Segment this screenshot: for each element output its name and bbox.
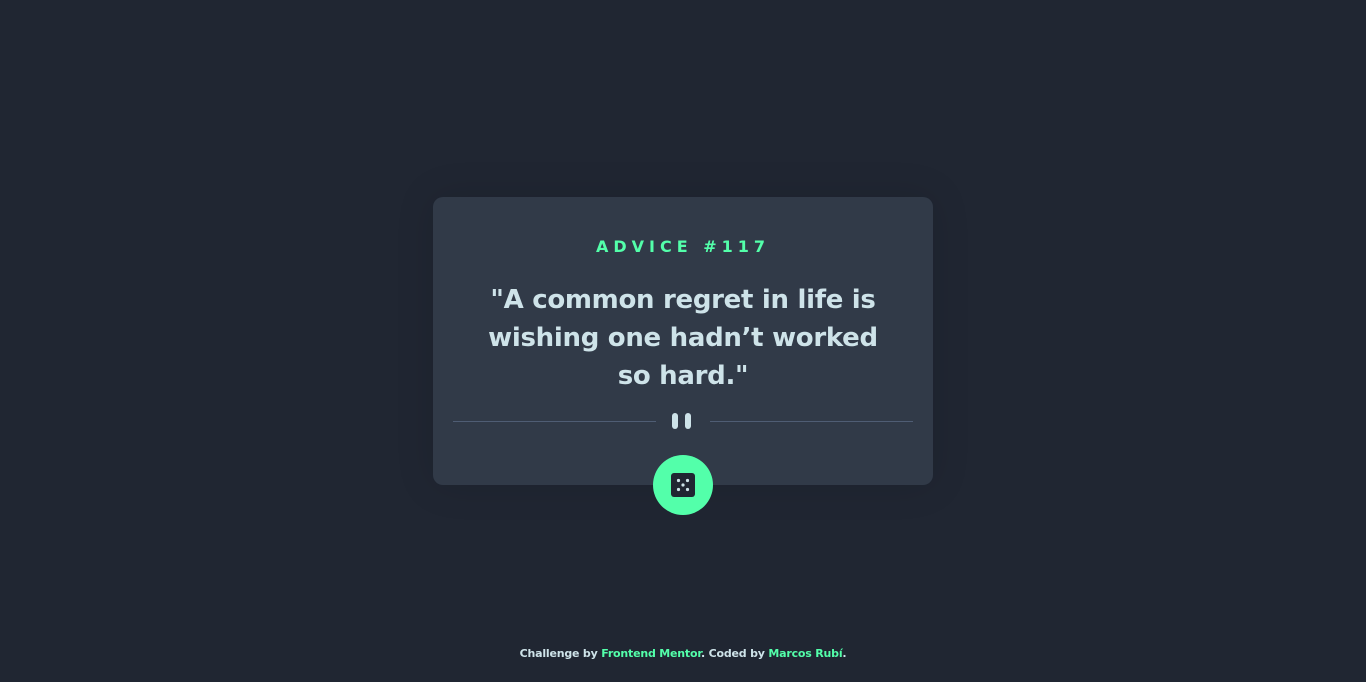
- attribution-middle: . Coded by: [701, 647, 765, 660]
- divider-line-right: [710, 421, 913, 422]
- new-advice-button[interactable]: [653, 455, 713, 515]
- attribution: Challenge by Frontend Mentor. Coded by M…: [0, 647, 1366, 660]
- page: ADVICE #117 "A common regret in life is …: [0, 0, 1366, 682]
- attribution-prefix: Challenge by: [519, 647, 598, 660]
- dice-icon: [671, 473, 695, 497]
- frontend-mentor-link[interactable]: Frontend Mentor: [601, 647, 701, 660]
- advice-id: ADVICE #117: [595, 237, 771, 256]
- divider-line-left: [453, 421, 656, 422]
- pause-icon: [671, 413, 695, 431]
- advice-card: ADVICE #117 "A common regret in life is …: [433, 197, 933, 515]
- author-link[interactable]: Marcos Rubí: [768, 647, 842, 660]
- advice-quote: "A common regret in life is wishing one …: [488, 285, 878, 391]
- attribution-suffix: .: [842, 647, 847, 660]
- pattern-divider: [453, 413, 913, 431]
